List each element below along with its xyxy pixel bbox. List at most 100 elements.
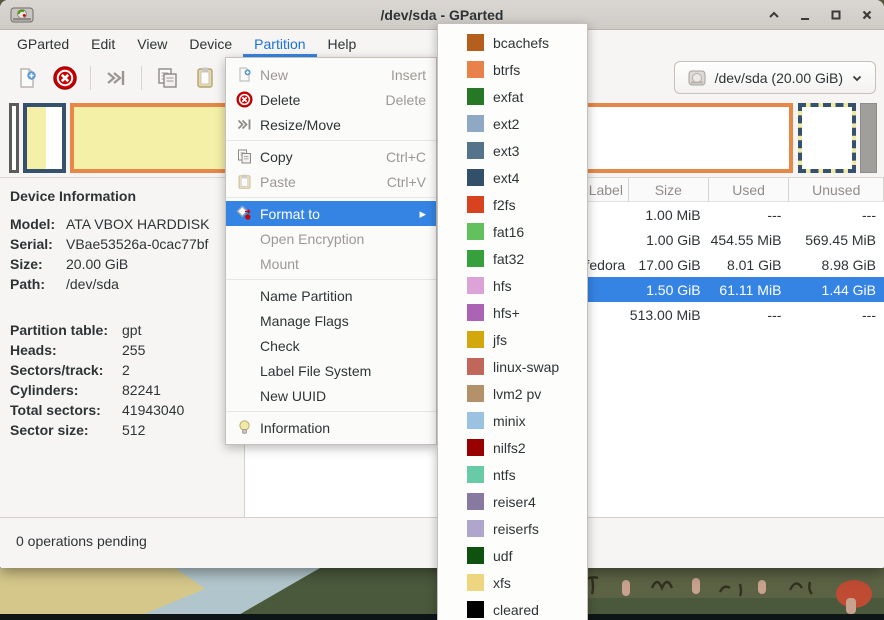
submenu-item-reiser4[interactable]: reiser4: [438, 488, 587, 515]
device-info-label: Size:: [10, 254, 66, 274]
submenu-item-reiserfs[interactable]: reiserfs: [438, 515, 587, 542]
submenu-item-exfat[interactable]: exfat: [438, 83, 587, 110]
submenu-item-ext4[interactable]: ext4: [438, 164, 587, 191]
menu-item-information[interactable]: Information: [226, 415, 436, 440]
window-title: /dev/sda - GParted: [0, 7, 884, 23]
filesystem-label: reiser4: [493, 494, 536, 510]
filesystem-color-swatch: [467, 169, 484, 186]
copy-button[interactable]: [148, 61, 186, 95]
menu-item-delete[interactable]: DeleteDelete: [226, 87, 436, 112]
submenu-item-jfs[interactable]: jfs: [438, 326, 587, 353]
menu-item-manage-flags[interactable]: Manage Flags: [226, 308, 436, 333]
filesystem-label: minix: [493, 413, 526, 429]
partition-segment-ext4-boot[interactable]: [23, 103, 66, 173]
device-info-row: Partition table:gpt: [10, 320, 234, 340]
submenu-item-fat16[interactable]: fat16: [438, 218, 587, 245]
toolbar-separator: [90, 66, 91, 90]
menubar-item-view[interactable]: View: [126, 30, 178, 57]
menubar-item-help[interactable]: Help: [317, 30, 368, 57]
device-info-value: VBae53526a-0cac77bf: [66, 234, 208, 254]
menu-item-paste[interactable]: PasteCtrl+V: [226, 169, 436, 194]
menu-item-check[interactable]: Check: [226, 333, 436, 358]
new-partition-button[interactable]: [8, 61, 46, 95]
device-info-row: Model:ATA VBOX HARDDISK: [10, 214, 234, 234]
submenu-item-nilfs2[interactable]: nilfs2: [438, 434, 587, 461]
column-header-unused[interactable]: Unused: [789, 178, 884, 201]
minimize-button[interactable]: [798, 8, 812, 22]
submenu-item-btrfs[interactable]: btrfs: [438, 56, 587, 83]
device-info-group-2: Partition table:gptHeads:255Sectors/trac…: [10, 320, 234, 440]
delete-icon: [234, 91, 254, 108]
device-info-group-1: Model:ATA VBOX HARDDISKSerial:VBae53526a…: [10, 214, 234, 294]
maximize-button[interactable]: [829, 8, 843, 22]
shade-button[interactable]: [767, 8, 781, 22]
menu-item-format-to[interactable]: Format to▸: [226, 201, 436, 226]
submenu-item-ntfs[interactable]: ntfs: [438, 461, 587, 488]
menu-item-new[interactable]: NewInsert: [226, 62, 436, 87]
partition-segment-bios-boot[interactable]: [9, 103, 19, 173]
filesystem-label: linux-swap: [493, 359, 559, 375]
cell-size: 513.00 MiB: [629, 307, 709, 323]
submenu-item-fat32[interactable]: fat32: [438, 245, 587, 272]
filesystem-label: lvm2 pv: [493, 386, 541, 402]
submenu-item-ext2[interactable]: ext2: [438, 110, 587, 137]
device-info-label: Serial:: [10, 234, 66, 254]
device-selector[interactable]: /dev/sda (20.00 GiB): [674, 61, 876, 94]
device-info-value: 82241: [122, 380, 161, 400]
resize-move-button[interactable]: [97, 61, 135, 95]
menubar-item-partition[interactable]: Partition: [243, 30, 316, 57]
cell-size: 1.50 GiB: [629, 282, 709, 298]
menu-item-name-partition[interactable]: Name Partition: [226, 283, 436, 308]
device-info-value: 255: [122, 340, 145, 360]
submenu-item-minix[interactable]: minix: [438, 407, 587, 434]
device-information-title: Device Information: [10, 188, 234, 204]
paste-button[interactable]: [186, 61, 224, 95]
submenu-item-hfs-[interactable]: hfs+: [438, 299, 587, 326]
submenu-item-cleared[interactable]: cleared: [438, 596, 587, 620]
filesystem-label: cleared: [493, 602, 539, 618]
submenu-item-xfs[interactable]: xfs: [438, 569, 587, 596]
delete-partition-button[interactable]: [46, 61, 84, 95]
filesystem-label: ext3: [493, 143, 519, 159]
menu-item-open-encryption[interactable]: Open Encryption: [226, 226, 436, 251]
close-button[interactable]: [860, 8, 874, 22]
harddisk-icon: [687, 68, 707, 88]
partition-segment-unknown[interactable]: [860, 103, 877, 173]
menubar-item-gparted[interactable]: GParted: [6, 30, 80, 57]
menu-item-resize-move[interactable]: Resize/Move: [226, 112, 436, 137]
column-header-label[interactable]: Label: [584, 178, 629, 201]
submenu-item-f2fs[interactable]: f2fs: [438, 191, 587, 218]
column-header-size[interactable]: Size: [629, 178, 709, 201]
menu-separator: [226, 197, 436, 198]
filesystem-color-swatch: [467, 547, 484, 564]
filesystem-color-swatch: [467, 385, 484, 402]
menu-item-copy[interactable]: CopyCtrl+C: [226, 144, 436, 169]
menubar-item-edit[interactable]: Edit: [80, 30, 126, 57]
device-info-label: Total sectors:: [10, 400, 122, 420]
menu-item-shortcut: Insert: [391, 67, 426, 83]
device-info-row: Cylinders:82241: [10, 380, 234, 400]
menu-item-label: Open Encryption: [260, 231, 426, 247]
device-info-value: 20.00 GiB: [66, 254, 128, 274]
cell-unused: ---: [789, 207, 884, 223]
menu-item-label-file-system[interactable]: Label File System: [226, 358, 436, 383]
submenu-item-bcachefs[interactable]: bcachefs: [438, 29, 587, 56]
chevron-down-icon: [851, 72, 863, 84]
cell-used: ---: [709, 207, 790, 223]
column-header-used[interactable]: Used: [709, 178, 790, 201]
submenu-item-udf[interactable]: udf: [438, 542, 587, 569]
submenu-item-ext3[interactable]: ext3: [438, 137, 587, 164]
menu-item-label: Information: [260, 420, 426, 436]
submenu-item-linux-swap[interactable]: linux-swap: [438, 353, 587, 380]
device-information-panel: Device Information Model:ATA VBOX HARDDI…: [0, 178, 245, 517]
menu-item-new-uuid[interactable]: New UUID: [226, 383, 436, 408]
menu-item-label: New UUID: [260, 388, 426, 404]
menu-item-label: Name Partition: [260, 288, 426, 304]
partition-segment-swap-selected[interactable]: [798, 103, 856, 173]
filesystem-label: fat16: [493, 224, 524, 240]
submenu-item-lvm2-pv[interactable]: lvm2 pv: [438, 380, 587, 407]
submenu-item-hfs[interactable]: hfs: [438, 272, 587, 299]
menubar-item-device[interactable]: Device: [178, 30, 243, 57]
device-info-value: 2: [122, 360, 130, 380]
menu-item-mount[interactable]: Mount: [226, 251, 436, 276]
